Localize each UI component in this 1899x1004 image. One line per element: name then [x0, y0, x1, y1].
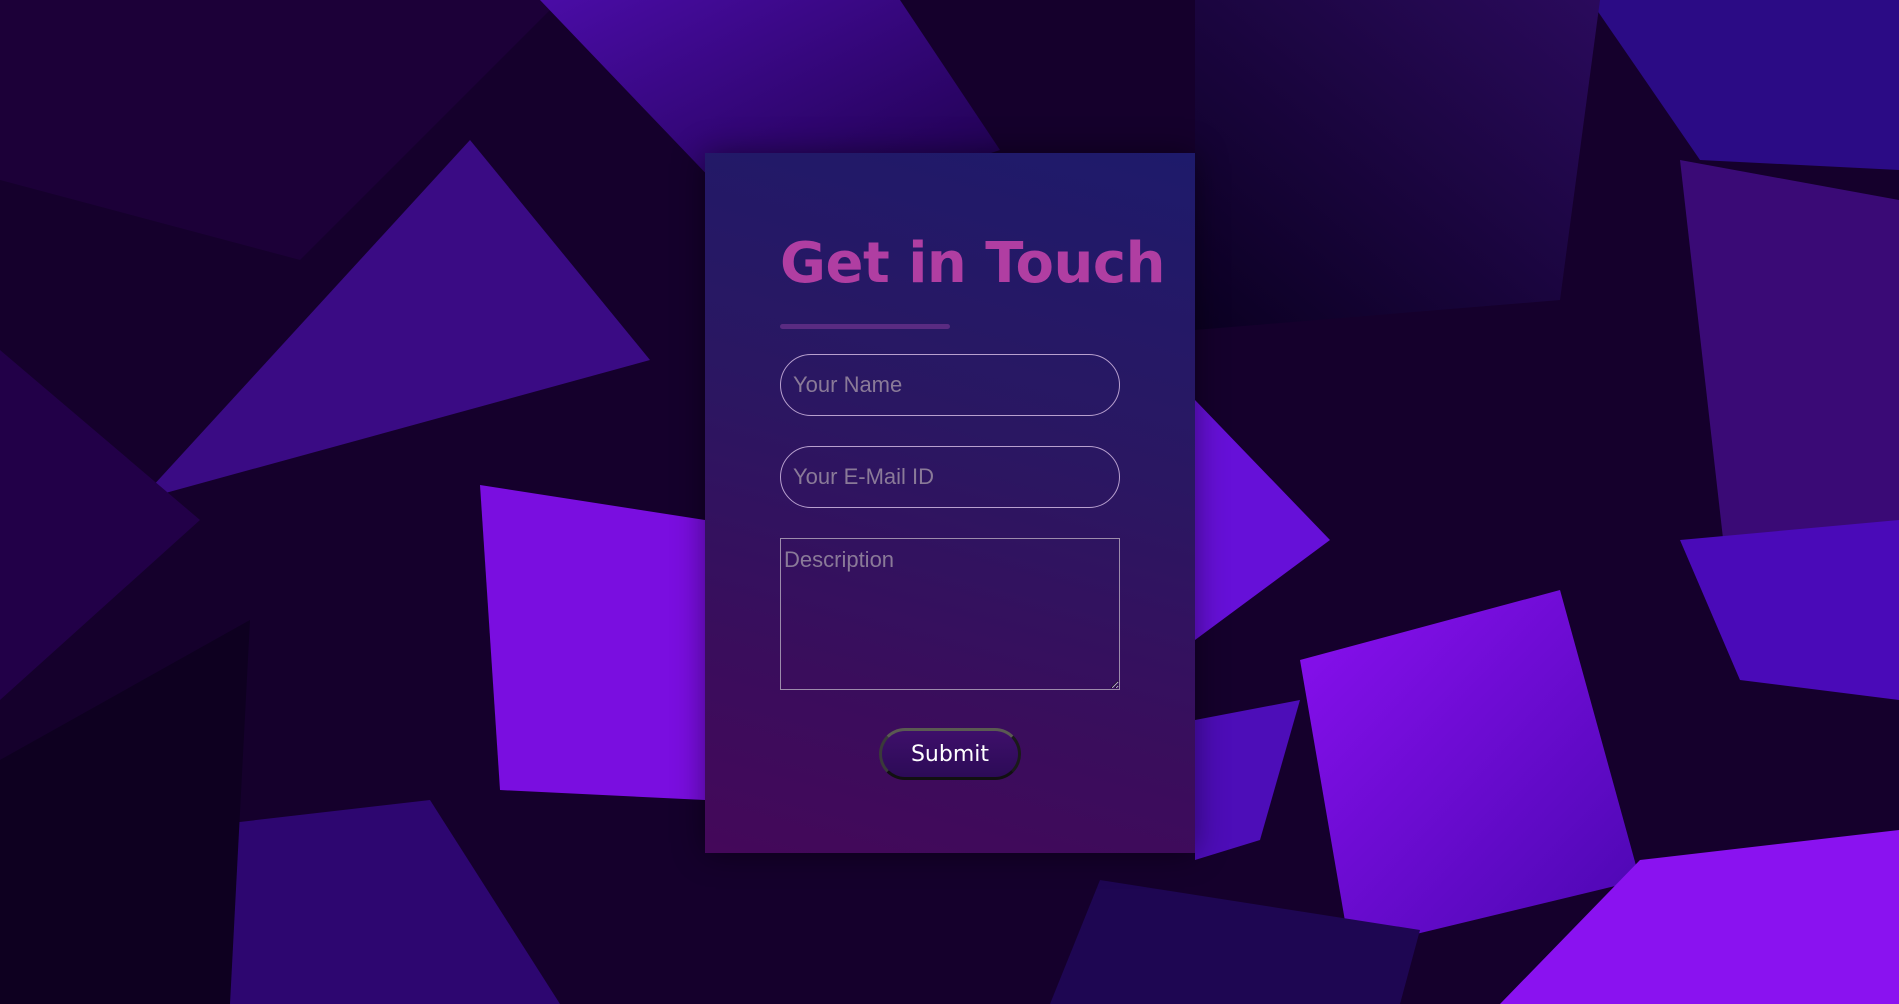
- contact-form-card: Get in Touch Submit: [705, 153, 1195, 853]
- name-input[interactable]: [780, 354, 1120, 416]
- submit-button[interactable]: Submit: [879, 728, 1021, 780]
- form-title: Get in Touch: [780, 231, 1165, 296]
- description-textarea[interactable]: [780, 538, 1120, 690]
- title-underline: [780, 324, 950, 329]
- email-input[interactable]: [780, 446, 1120, 508]
